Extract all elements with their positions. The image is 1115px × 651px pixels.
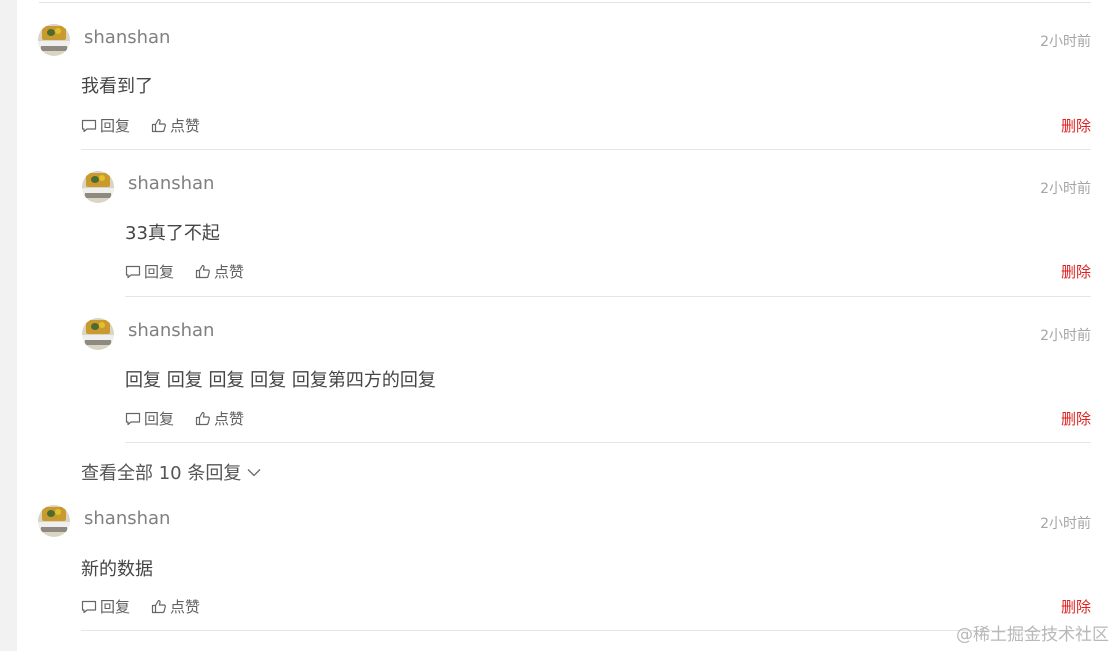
- chevron-down-icon: [247, 468, 261, 476]
- reply-button[interactable]: 回复: [81, 115, 130, 136]
- like-label: 点赞: [170, 598, 201, 616]
- divider: [125, 296, 1091, 297]
- reply-label: 回复: [100, 117, 131, 135]
- top-divider: [39, 2, 1091, 3]
- reply-label: 回复: [100, 598, 131, 616]
- comment-icon: [125, 412, 141, 425]
- comment-username[interactable]: shanshan: [84, 27, 170, 48]
- reply-content: 33真了不起: [125, 223, 220, 244]
- divider: [81, 630, 1091, 631]
- delete-button[interactable]: 删除: [1061, 261, 1091, 282]
- comment-icon: [81, 119, 97, 132]
- reply-label: 回复: [144, 263, 175, 281]
- comment-time: 2小时前: [1040, 34, 1091, 50]
- reply-content: 回复 回复 回复 回复 回复第四方的回复: [125, 370, 436, 391]
- like-label: 点赞: [214, 263, 245, 281]
- comment-content: 新的数据: [81, 559, 153, 580]
- thumbs-up-icon: [195, 264, 210, 279]
- delete-button[interactable]: 删除: [1061, 408, 1091, 429]
- reply-time: 2小时前: [1040, 181, 1091, 197]
- reply-button[interactable]: 回复: [125, 408, 174, 429]
- like-button[interactable]: 点赞: [195, 261, 244, 282]
- avatar[interactable]: [82, 171, 114, 203]
- thumbs-up-icon: [151, 599, 166, 614]
- reply-button[interactable]: 回复: [81, 596, 130, 617]
- reply-username[interactable]: shanshan: [128, 173, 214, 194]
- view-all-label: 查看全部 10 条回复: [81, 463, 242, 484]
- like-button[interactable]: 点赞: [151, 596, 200, 617]
- comment-icon: [81, 600, 97, 613]
- like-button[interactable]: 点赞: [195, 408, 244, 429]
- like-button[interactable]: 点赞: [151, 115, 200, 136]
- thumbs-up-icon: [195, 411, 210, 426]
- reply-username[interactable]: shanshan: [128, 320, 214, 341]
- delete-button[interactable]: 删除: [1061, 596, 1091, 617]
- watermark: @稀土掘金技术社区: [956, 625, 1109, 645]
- reply-label: 回复: [144, 410, 175, 428]
- view-all-replies-link[interactable]: 查看全部 10 条回复: [81, 459, 261, 485]
- avatar[interactable]: [82, 318, 114, 350]
- comment-icon: [125, 265, 141, 278]
- avatar[interactable]: [38, 24, 70, 56]
- comment-content: 我看到了: [81, 76, 153, 97]
- delete-button[interactable]: 删除: [1061, 115, 1091, 136]
- reply-time: 2小时前: [1040, 328, 1091, 344]
- divider: [81, 149, 1091, 150]
- avatar[interactable]: [38, 505, 70, 537]
- thumbs-up-icon: [151, 118, 166, 133]
- reply-button[interactable]: 回复: [125, 261, 174, 282]
- comment-username[interactable]: shanshan: [84, 508, 170, 529]
- comment-time: 2小时前: [1040, 516, 1091, 532]
- comment-panel: shanshan 2小时前 我看到了 回复 点赞 删除 shanshan 2小时…: [17, 0, 1115, 651]
- like-label: 点赞: [170, 117, 201, 135]
- like-label: 点赞: [214, 410, 245, 428]
- divider: [125, 442, 1091, 443]
